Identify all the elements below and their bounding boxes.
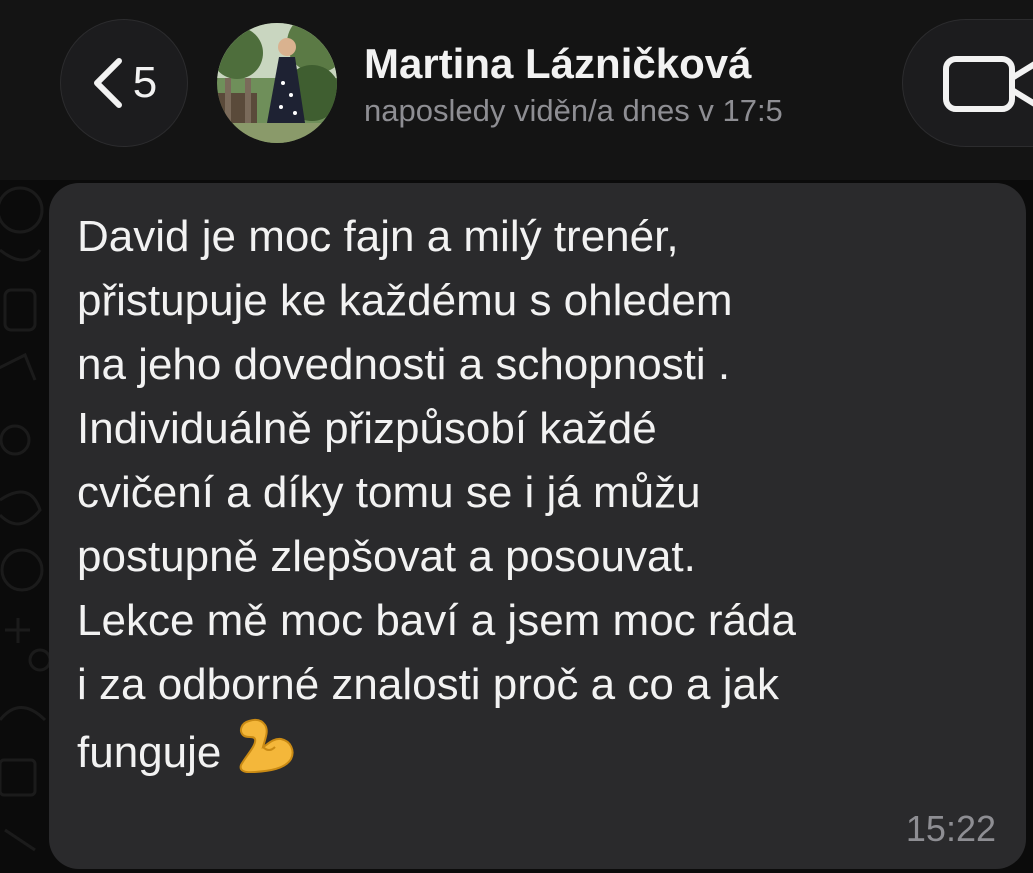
message-line: cvičení a díky tomu se i já můžu	[77, 468, 701, 517]
avatar[interactable]	[217, 23, 337, 143]
flexed-biceps-icon	[239, 718, 294, 773]
chat-screen: 5 Martina Lázničková naposledy viděn/a d…	[0, 0, 1033, 873]
video-call-button[interactable]	[902, 19, 1033, 147]
message-last-line: funguje	[77, 717, 1017, 785]
message-timestamp: 15:22	[905, 808, 996, 849]
back-button[interactable]: 5	[60, 19, 188, 147]
message-line: David je moc fajn a milý trenér,	[77, 212, 679, 261]
video-camera-icon	[943, 56, 1033, 112]
message-bubble[interactable]: David je moc fajn a milý trenér, přistup…	[49, 183, 1026, 869]
message-line: i za odborné znalosti proč a co a jak	[77, 660, 779, 709]
unread-count: 5	[132, 58, 158, 107]
message-text: David je moc fajn a milý trenér, přistup…	[77, 205, 1017, 785]
message-line: Lekce mě moc baví a jsem moc ráda	[77, 596, 796, 645]
contact-name[interactable]: Martina Lázničková	[364, 40, 751, 88]
message-line: funguje	[77, 728, 222, 777]
chevron-left-icon	[93, 58, 122, 108]
avatar-photo	[217, 23, 337, 143]
chat-header: 5 Martina Lázničková naposledy viděn/a d…	[0, 0, 1033, 180]
message-line: Individuálně přizpůsobí každé	[77, 404, 657, 453]
message-line: na jeho dovednosti a schopnosti .	[77, 340, 731, 389]
contact-status: naposledy viděn/a dnes v 17:5	[364, 93, 783, 128]
message-line: postupně zlepšovat a posouvat.	[77, 532, 696, 581]
message-line: přistupuje ke každému s ohledem	[77, 276, 733, 325]
